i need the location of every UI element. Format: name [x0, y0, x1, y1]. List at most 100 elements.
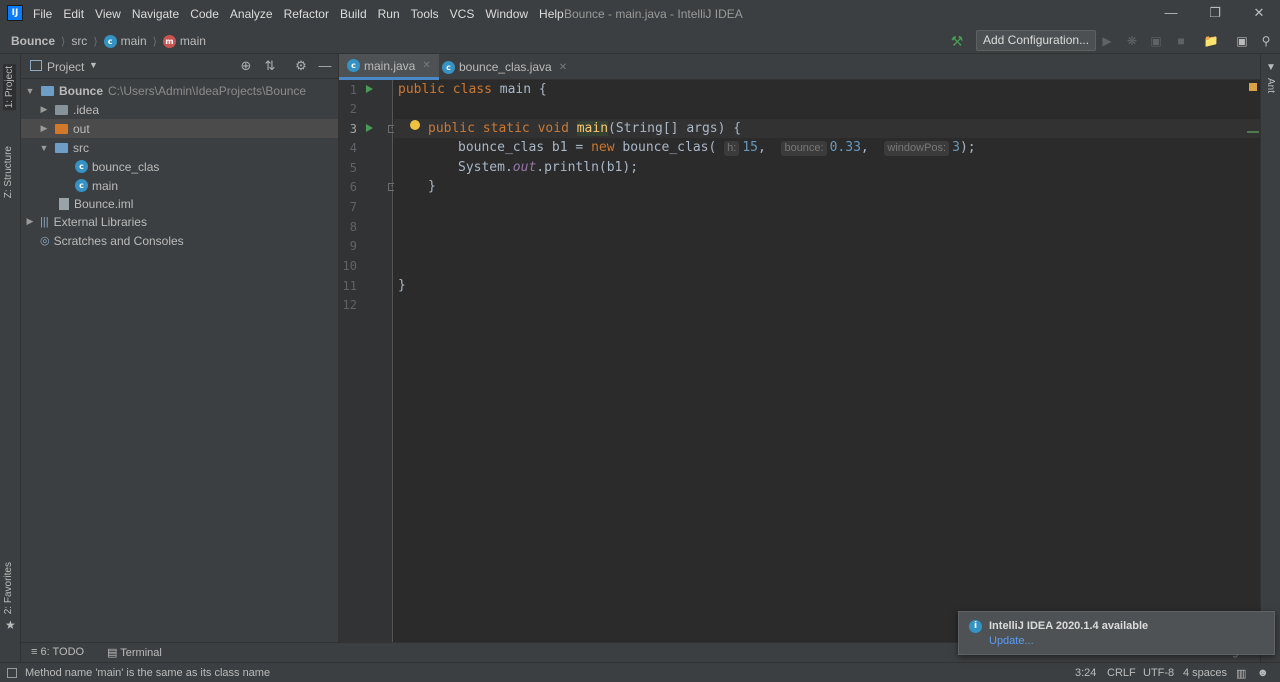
intellij-logo-icon: IJ: [7, 5, 23, 21]
menu-help[interactable]: Help: [539, 7, 564, 21]
tab-main-java[interactable]: c main.java ✕: [339, 54, 439, 80]
presentation-mode-icon[interactable]: ▣: [1234, 33, 1250, 49]
menu-edit[interactable]: Edit: [63, 7, 84, 21]
inspector-icon[interactable]: ☻: [1257, 667, 1269, 679]
menu-file[interactable]: File: [33, 7, 52, 21]
close-window-icon[interactable]: ✕: [1249, 4, 1269, 22]
tree-item-scratches[interactable]: ◎ Scratches and Consoles: [21, 231, 338, 250]
tab-terminal[interactable]: ▤ Terminal: [107, 646, 162, 659]
hide-panel-icon[interactable]: —: [317, 58, 333, 74]
tree-item-external-libraries[interactable]: ▶ ||| External Libraries: [21, 212, 338, 231]
tab-favorites[interactable]: 2: Favorites: [3, 562, 14, 614]
search-icon[interactable]: ⚲: [1258, 33, 1274, 49]
warning-marker-icon[interactable]: [1249, 83, 1257, 91]
tab-ant[interactable]: Ant: [1265, 78, 1276, 93]
code-line-6: }: [428, 179, 436, 194]
runnable-class-icon: c: [75, 179, 88, 192]
close-tab-icon[interactable]: ✕: [422, 60, 430, 71]
param-hint: windowPos:: [884, 141, 950, 156]
tree-item-bounce-iml[interactable]: Bounce.iml: [21, 194, 338, 213]
error-stripe-mark[interactable]: [1247, 131, 1259, 133]
project-structure-icon[interactable]: 📁: [1203, 33, 1219, 49]
expand-down-icon[interactable]: ▼: [38, 143, 50, 153]
debug-icon[interactable]: ❋: [1124, 33, 1140, 49]
line-number: 4: [349, 141, 357, 155]
breadcrumb-class[interactable]: main: [121, 34, 147, 48]
run-gutter-icon[interactable]: [366, 124, 373, 132]
tab-bounce-clas-java[interactable]: c bounce_clas.java ✕: [434, 54, 575, 80]
excluded-folder-icon: [55, 123, 68, 134]
menu-analyze[interactable]: Analyze: [230, 7, 273, 21]
menu-build[interactable]: Build: [340, 7, 367, 21]
tree-item-out[interactable]: ▶ out: [21, 119, 338, 138]
coverage-icon[interactable]: ▣: [1148, 33, 1164, 49]
expand-right-icon[interactable]: ▶: [24, 216, 36, 227]
tree-item-src[interactable]: ▼ src: [21, 138, 338, 157]
tab-structure[interactable]: Z: Structure: [3, 146, 14, 198]
breadcrumb-method[interactable]: main: [180, 34, 206, 48]
menu-navigate[interactable]: Navigate: [132, 7, 179, 21]
close-tab-icon[interactable]: ✕: [559, 62, 567, 73]
line-number: 10: [342, 259, 357, 273]
tree-item-idea[interactable]: ▶ .idea: [21, 100, 338, 119]
locate-icon[interactable]: ⊕: [238, 58, 254, 74]
build-hammer-icon[interactable]: ⚒: [949, 33, 965, 49]
collapse-all-icon[interactable]: ⇅: [262, 58, 278, 74]
line-number: 5: [349, 161, 357, 175]
tree-label: src: [73, 140, 89, 155]
tab-label: main.java: [364, 58, 416, 73]
status-bar: Method name 'main' is the same as its cl…: [0, 662, 1280, 682]
add-configuration-button[interactable]: Add Configuration...: [976, 30, 1097, 51]
breadcrumb-project[interactable]: Bounce: [11, 34, 55, 48]
line-number: 2: [349, 102, 357, 116]
file-encoding[interactable]: UTF-8: [1143, 667, 1174, 679]
tab-project[interactable]: 1: Project: [3, 64, 16, 111]
project-view-selector[interactable]: Project: [47, 60, 84, 74]
param-hint: bounce:: [781, 141, 827, 156]
breadcrumb-src[interactable]: src: [71, 34, 87, 48]
menu-tools[interactable]: Tools: [411, 7, 439, 21]
gear-icon[interactable]: ⚙: [293, 58, 309, 74]
menu-vcs[interactable]: VCS: [450, 7, 475, 21]
ant-icon: ▼: [1266, 62, 1276, 73]
menu-run[interactable]: Run: [378, 7, 400, 21]
expand-down-icon[interactable]: ▼: [24, 86, 36, 96]
breadcrumb: Bounce ⟩ src ⟩ c main ⟩ m main: [11, 34, 206, 48]
tree-item-bounce-clas[interactable]: c bounce_clas: [21, 157, 338, 176]
run-gutter-icon[interactable]: [366, 85, 373, 93]
chevron-down-icon[interactable]: ▼: [89, 60, 98, 70]
menu-code[interactable]: Code: [190, 7, 219, 21]
source-folder-icon: [55, 142, 68, 153]
breadcrumb-separator-icon: ⟩: [152, 35, 157, 48]
intention-bulb-icon[interactable]: [410, 120, 420, 130]
menu-view[interactable]: View: [95, 7, 121, 21]
caret-position[interactable]: 3:24: [1075, 667, 1096, 679]
tree-label: out: [73, 121, 90, 136]
tab-label: bounce_clas.java: [459, 60, 552, 74]
tree-label: Bounce.iml: [74, 196, 134, 211]
minimize-icon[interactable]: —: [1161, 4, 1181, 22]
line-separator[interactable]: CRLF: [1107, 667, 1136, 679]
run-icon[interactable]: ▶: [1099, 33, 1115, 49]
tree-item-bounce[interactable]: ▼ Bounce C:\Users\Admin\IdeaProjects\Bou…: [21, 81, 338, 100]
module-folder-icon: [41, 85, 54, 96]
iml-file-icon: [59, 197, 69, 210]
menu-bar: IJ File Edit View Navigate Code Analyze …: [0, 0, 1280, 28]
tab-todo[interactable]: ≡ 6: TODO: [31, 646, 84, 658]
toggle-tool-windows-icon[interactable]: [7, 668, 17, 678]
expand-right-icon[interactable]: ▶: [38, 123, 50, 134]
code-editor[interactable]: public class main { public static void m…: [394, 80, 1260, 642]
menu-refactor[interactable]: Refactor: [284, 7, 329, 21]
class-icon: c: [442, 60, 455, 74]
expand-right-icon[interactable]: ▶: [38, 104, 50, 115]
update-link[interactable]: Update...: [989, 635, 1034, 647]
menu-window[interactable]: Window: [485, 7, 528, 21]
stop-icon[interactable]: ■: [1173, 33, 1189, 49]
lock-icon[interactable]: ▥: [1236, 667, 1246, 680]
editor-gutter[interactable]: 1 2 3 4 5 6 7 8 9 10 11 12 - -: [339, 80, 396, 642]
tree-item-main[interactable]: c main: [21, 176, 338, 195]
indent-setting[interactable]: 4 spaces: [1183, 667, 1227, 679]
left-tool-stripe: 1: Project Z: Structure 2: Favorites ★: [0, 54, 21, 662]
restore-icon[interactable]: ❐: [1205, 4, 1225, 22]
libraries-icon: |||: [40, 215, 49, 228]
